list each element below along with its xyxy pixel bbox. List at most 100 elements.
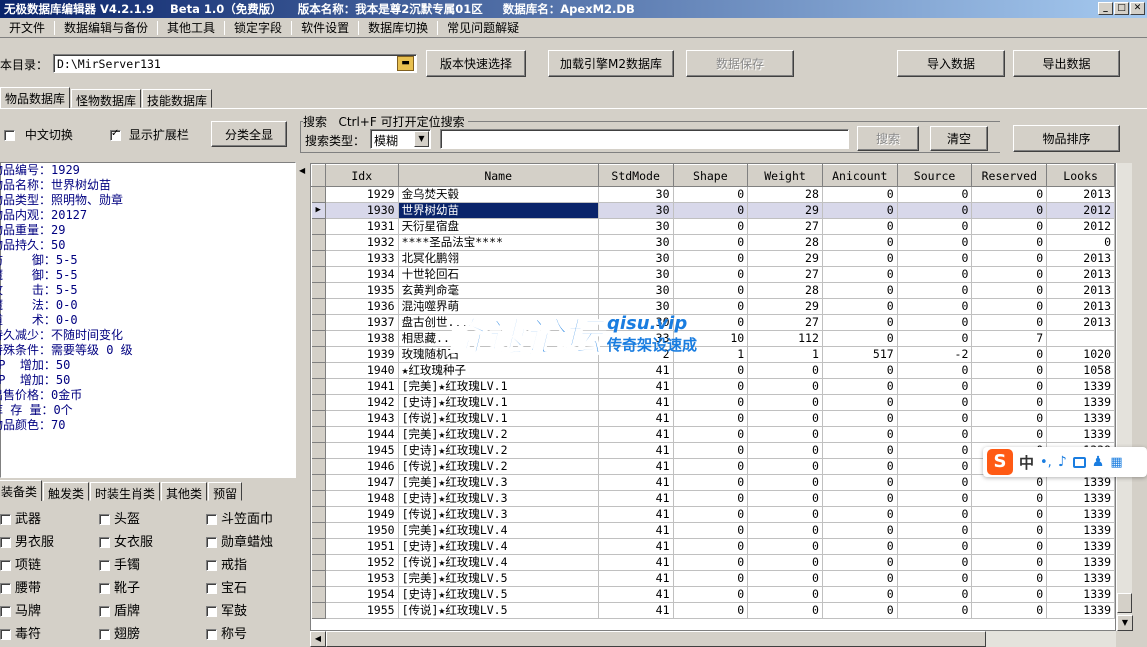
cell-shape[interactable]: 0 [673, 442, 749, 459]
cell-looks[interactable]: 2013 [1046, 186, 1115, 203]
cell-idx[interactable]: 1940 [325, 362, 399, 379]
cell-weight[interactable]: 0 [747, 474, 823, 491]
table-row[interactable]: 1950 [完美]★红玫瑰LV.4 41 0 0 0 0 0 1339 [311, 522, 1115, 539]
cell-shape[interactable]: 0 [673, 378, 749, 395]
cell-weight[interactable]: 28 [747, 282, 823, 299]
category-tab-0[interactable]: 装备类 [0, 480, 43, 501]
cell-source[interactable]: 0 [897, 410, 973, 427]
cell-looks[interactable]: 1339 [1046, 378, 1115, 395]
cell-name[interactable]: [传说]★红玫瑰LV.1 [398, 410, 599, 427]
table-row[interactable]: 1939 玫瑰随机石 2 1 1 517 -2 0 1020 [311, 346, 1115, 363]
cell-stdmode[interactable]: 30 [598, 234, 674, 251]
cell-anicount[interactable]: 0 [822, 474, 898, 491]
cell-source[interactable]: 0 [897, 186, 973, 203]
column-header-stdmode[interactable]: StdMode [597, 164, 674, 187]
cell-source[interactable]: 0 [897, 538, 973, 555]
cell-reserved[interactable]: 0 [971, 218, 1048, 235]
row-indicator[interactable] [311, 282, 326, 299]
cell-source[interactable]: 0 [897, 218, 973, 235]
cell-anicount[interactable]: 0 [822, 586, 898, 603]
cell-name[interactable]: ★红玫瑰种子 [398, 362, 599, 379]
table-row[interactable]: 1944 [完美]★红玫瑰LV.2 41 0 0 0 0 0 1339 [311, 426, 1115, 443]
category-checkbox[interactable]: 头盔 [99, 508, 140, 527]
row-indicator[interactable] [311, 506, 326, 523]
cell-looks[interactable]: 1339 [1046, 522, 1115, 539]
cell-stdmode[interactable]: 30 [598, 186, 674, 203]
cell-idx[interactable]: 1937 [325, 314, 399, 331]
category-checkbox[interactable]: 男衣服 [0, 531, 54, 550]
cell-name[interactable]: ****圣品法宝**** [398, 234, 599, 251]
category-checkbox[interactable]: 勋章蜡烛 [206, 531, 273, 550]
menu-item-1[interactable]: 数据编辑与备份 [55, 19, 157, 36]
table-row[interactable]: 1955 [传说]★红玫瑰LV.5 41 0 0 0 0 0 1339 [311, 602, 1115, 619]
cell-name[interactable]: [传说]★红玫瑰LV.4 [398, 554, 599, 571]
cell-source[interactable]: 0 [897, 554, 973, 571]
row-indicator[interactable] [311, 266, 326, 283]
cell-name[interactable]: [史诗]★红玫瑰LV.2 [398, 442, 599, 459]
cell-shape[interactable]: 0 [673, 554, 749, 571]
cell-looks[interactable]: 1339 [1046, 602, 1115, 619]
cell-idx[interactable]: 1945 [325, 442, 399, 459]
cell-source[interactable]: 0 [897, 234, 973, 251]
version-select-button[interactable]: 版本快速选择 [426, 50, 526, 77]
table-row[interactable]: ▶ 1930 世界树幼苗 30 0 29 0 0 0 2012 [311, 202, 1115, 219]
category-checkbox[interactable]: 翅膀 [99, 623, 140, 642]
column-header-looks[interactable]: Looks [1046, 164, 1115, 187]
cell-source[interactable]: 0 [897, 490, 973, 507]
cell-idx[interactable]: 1948 [325, 490, 399, 507]
cell-anicount[interactable]: 0 [822, 218, 898, 235]
table-row[interactable]: 1954 [史诗]★红玫瑰LV.5 41 0 0 0 0 0 1339 [311, 586, 1115, 603]
cell-looks[interactable]: 1339 [1046, 426, 1115, 443]
cell-shape[interactable]: 0 [673, 458, 749, 475]
cell-idx[interactable]: 1942 [325, 394, 399, 411]
cell-anicount[interactable]: 517 [822, 346, 898, 363]
cell-name[interactable]: [史诗]★红玫瑰LV.3 [398, 490, 599, 507]
column-header-anicount[interactable]: Anicount [821, 164, 898, 187]
menu-item-2[interactable]: 其他工具 [158, 19, 224, 36]
cell-idx[interactable]: 1936 [325, 298, 399, 315]
table-row[interactable]: 1940 ★红玫瑰种子 41 0 0 0 0 0 1058 [311, 362, 1115, 379]
cell-weight[interactable]: 0 [747, 490, 823, 507]
punctuation-icon[interactable]: •, [1040, 455, 1052, 470]
vertical-scrollbar[interactable]: ▼ [1116, 163, 1133, 631]
column-header-weight[interactable]: Weight [747, 164, 823, 187]
export-data-button[interactable]: 导出数据 [1013, 50, 1120, 77]
cell-weight[interactable]: 1 [747, 346, 823, 363]
cell-source[interactable]: 0 [897, 474, 973, 491]
cell-shape[interactable]: 0 [673, 490, 749, 507]
table-row[interactable]: 1952 [传说]★红玫瑰LV.4 41 0 0 0 0 0 1339 [311, 554, 1115, 571]
cell-reserved[interactable]: 0 [971, 250, 1048, 267]
cell-looks[interactable]: 1339 [1046, 394, 1115, 411]
load-engine-button[interactable]: 加载引擎M2数据库 [548, 50, 674, 77]
row-indicator[interactable] [311, 394, 326, 411]
row-indicator[interactable] [311, 554, 326, 571]
cell-name[interactable]: 玄黄判命毫 [398, 282, 599, 299]
table-row[interactable]: 1937 盘古创世... 30 0 27 0 0 0 2013 [311, 314, 1115, 331]
cell-looks[interactable]: 2012 [1046, 202, 1115, 219]
cell-name[interactable]: [完美]★红玫瑰LV.2 [398, 426, 599, 443]
cell-name[interactable]: [完美]★红玫瑰LV.3 [398, 474, 599, 491]
cell-reserved[interactable]: 0 [971, 490, 1048, 507]
cell-idx[interactable]: 1951 [325, 538, 399, 555]
cell-looks[interactable]: 2013 [1046, 282, 1115, 299]
cell-stdmode[interactable]: 41 [598, 586, 674, 603]
cell-name[interactable]: 天衍星宿盘 [398, 218, 599, 235]
cell-weight[interactable]: 0 [747, 442, 823, 459]
column-header-shape[interactable]: Shape [672, 164, 749, 187]
cell-source[interactable]: 0 [897, 330, 973, 347]
cell-weight[interactable]: 0 [747, 426, 823, 443]
cell-source[interactable]: -2 [897, 346, 973, 363]
cell-anicount[interactable]: 0 [822, 186, 898, 203]
cell-reserved[interactable]: 0 [971, 202, 1048, 219]
cell-name[interactable]: [史诗]★红玫瑰LV.5 [398, 586, 599, 603]
table-row[interactable]: 1938 相思藏... 33 10 112 0 0 7 [311, 330, 1115, 347]
cell-weight[interactable]: 0 [747, 522, 823, 539]
cell-source[interactable]: 0 [897, 282, 973, 299]
cell-looks[interactable]: 2013 [1046, 314, 1115, 331]
cell-shape[interactable]: 0 [673, 474, 749, 491]
cell-anicount[interactable]: 0 [822, 330, 898, 347]
cell-name[interactable]: [史诗]★红玫瑰LV.1 [398, 394, 599, 411]
cell-shape[interactable]: 0 [673, 218, 749, 235]
cell-stdmode[interactable]: 41 [598, 570, 674, 587]
cell-shape[interactable]: 0 [673, 186, 749, 203]
